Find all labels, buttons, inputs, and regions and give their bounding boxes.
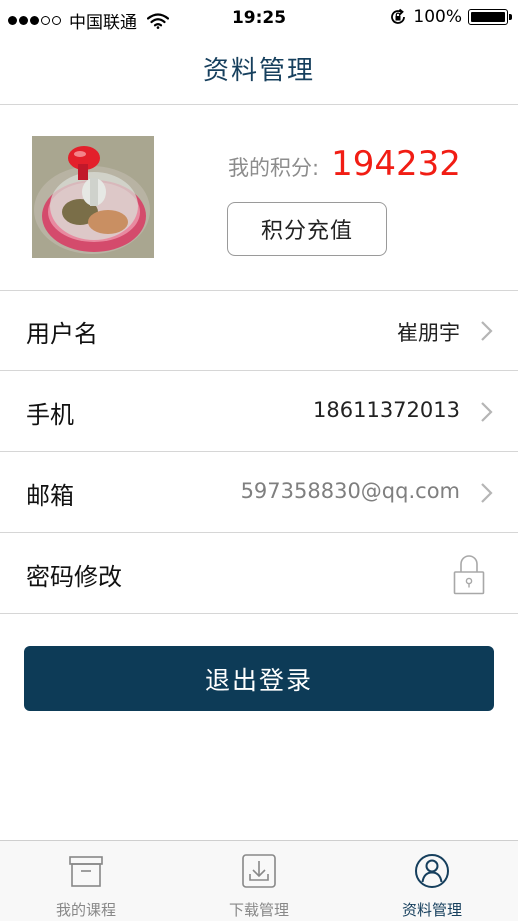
navigation-bar: 资料管理	[0, 36, 518, 105]
list-item-email[interactable]: 邮箱 597358830@qq.com	[0, 452, 518, 533]
recharge-points-button[interactable]: 积分充值	[227, 202, 387, 256]
tab-label: 我的课程	[55, 901, 116, 919]
points-value: 194232	[331, 144, 461, 184]
row-value: 18611372013	[313, 398, 460, 422]
row-value: 597358830@qq.com	[240, 479, 460, 503]
tab-profile-manager[interactable]: 资料管理	[346, 841, 518, 921]
battery-icon	[468, 9, 512, 25]
points-label: 我的积分:	[228, 156, 320, 180]
row-label: 邮箱	[26, 482, 74, 510]
tab-label: 资料管理	[401, 901, 462, 919]
points-row: 我的积分: 194232	[228, 144, 461, 184]
row-label: 手机	[26, 401, 74, 429]
lock-icon	[453, 555, 485, 595]
chevron-right-icon	[481, 321, 493, 341]
tab-download-manager[interactable]: 下载管理	[173, 841, 345, 921]
avatar-image	[32, 136, 154, 258]
status-bar: 中国联通 19:25 100%	[0, 0, 518, 36]
tab-bar: 我的课程 下载管理 资料管理	[0, 840, 518, 921]
profile-section: 我的积分: 194232 积分充值	[0, 104, 518, 291]
list-item-phone[interactable]: 手机 18611372013	[0, 371, 518, 452]
status-right: 100%	[389, 7, 512, 27]
rotation-lock-icon	[391, 8, 406, 24]
tab-my-courses[interactable]: 我的课程	[0, 841, 172, 921]
logout-button[interactable]: 退出登录	[24, 646, 494, 711]
archive-box-icon	[69, 856, 103, 887]
download-icon	[242, 854, 276, 888]
battery-fill	[471, 12, 505, 22]
avatar[interactable]	[32, 136, 154, 258]
row-label: 密码修改	[26, 563, 122, 591]
tab-label: 下载管理	[228, 901, 289, 919]
user-circle-icon	[415, 854, 449, 888]
chevron-right-icon	[481, 402, 493, 422]
list-item-change-password[interactable]: 密码修改	[0, 533, 518, 614]
row-value: 崔朋宇	[397, 321, 460, 345]
battery-percent: 100%	[413, 7, 462, 27]
page-title: 资料管理	[202, 56, 315, 86]
row-label: 用户名	[26, 320, 98, 348]
list-item-username[interactable]: 用户名 崔朋宇	[0, 290, 518, 371]
chevron-right-icon	[481, 483, 493, 503]
